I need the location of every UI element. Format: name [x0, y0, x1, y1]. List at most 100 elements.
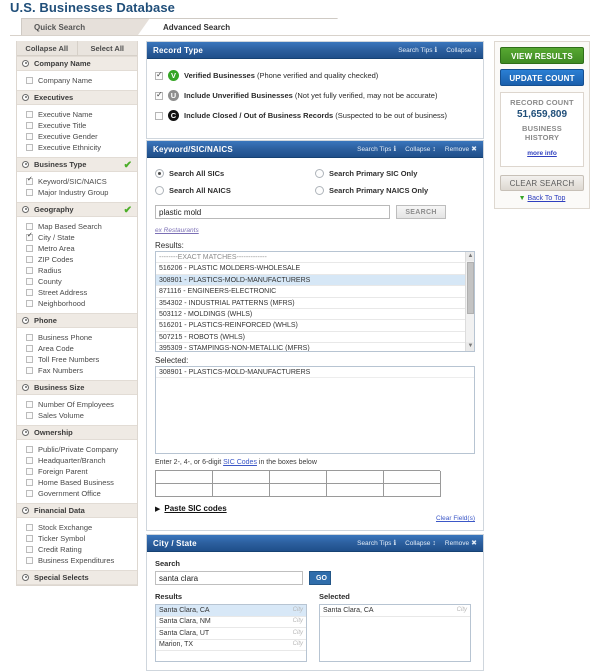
checkbox-icon[interactable] [155, 70, 163, 80]
city-state-selected-listbox[interactable]: Santa Clara, CA City [319, 604, 471, 662]
checkbox-icon[interactable] [26, 256, 33, 263]
checkbox-icon[interactable] [26, 245, 33, 252]
record-type-row[interactable]: V Verified Businesses (Phone verified and… [155, 70, 475, 81]
keyword-scope-radio[interactable]: Search Primary SIC Only [315, 165, 475, 182]
keyword-scope-radio[interactable]: Search All SICs [155, 165, 315, 182]
sidebar-item[interactable]: Major Industry Group [17, 187, 137, 198]
sidebar-section-header[interactable]: Company Name [17, 56, 137, 71]
list-item[interactable]: Santa Clara, CA City [320, 605, 470, 617]
city-state-results-listbox[interactable]: Santa Clara, CA City Santa Clara, NM City Sa… [155, 604, 307, 662]
checkbox-icon[interactable] [26, 535, 33, 542]
sic-code-input[interactable] [327, 484, 384, 497]
checkbox-icon[interactable] [26, 490, 33, 497]
keyword-scope-radio[interactable]: Search Primary NAICS Only [315, 182, 475, 199]
radio-icon[interactable] [155, 169, 164, 178]
keyword-results-scrollbar[interactable]: ▲ ▼ [465, 252, 474, 351]
update-count-button[interactable]: UPDATE COUNT [500, 69, 584, 86]
checkbox-icon[interactable] [26, 144, 33, 151]
sidebar-item[interactable]: Headquarter/Branch [17, 455, 137, 466]
expand-collapse-icon[interactable] [22, 60, 29, 67]
sidebar-item[interactable]: Fax Numbers [17, 365, 137, 376]
sidebar-item[interactable]: Public/Private Company [17, 444, 137, 455]
sidebar-item[interactable]: Stock Exchange [17, 522, 137, 533]
list-item[interactable]: 395309 - STAMPINGS-NON-METALLIC (MFRS) [156, 343, 474, 351]
keyword-clear-fields-link[interactable]: Clear Field(s) [155, 515, 475, 522]
checkbox-icon[interactable] [26, 524, 33, 531]
scrollbar-thumb[interactable] [467, 262, 474, 314]
list-item[interactable]: 516201 - PLASTICS-REINFORCED (WHLS) [156, 320, 474, 332]
sidebar-item[interactable]: Credit Rating [17, 544, 137, 555]
expand-collapse-icon[interactable] [22, 384, 29, 391]
sidebar-item[interactable]: ZIP Codes [17, 254, 137, 265]
list-item[interactable]: Santa Clara, UT City [156, 628, 306, 640]
sic-code-input[interactable] [384, 471, 441, 484]
checkbox-icon[interactable] [26, 367, 33, 374]
expand-collapse-icon[interactable] [22, 206, 29, 213]
sidebar-section-header[interactable]: Geography ✔ [17, 202, 137, 217]
checkbox-icon[interactable] [26, 176, 33, 185]
city-state-remove[interactable]: Remove ✖ [445, 539, 477, 547]
list-item[interactable]: 516206 - PLASTIC MOLDERS-WHOLESALE [156, 263, 474, 275]
sidebar-section-header[interactable]: Phone [17, 313, 137, 328]
sidebar-item[interactable]: Executive Title [17, 120, 137, 131]
expand-collapse-icon[interactable] [22, 507, 29, 514]
back-to-top[interactable]: ▼ Back To Top [500, 195, 584, 202]
checkbox-icon[interactable] [26, 300, 33, 307]
radio-icon[interactable] [315, 169, 324, 178]
sic-code-input[interactable] [384, 484, 441, 497]
sidebar-item[interactable]: Street Address [17, 287, 137, 298]
sic-code-input[interactable] [270, 471, 327, 484]
checkbox-icon[interactable] [26, 412, 33, 419]
checkbox-icon[interactable] [26, 133, 33, 140]
checkbox-icon[interactable] [26, 223, 33, 230]
sidebar-item[interactable]: Government Office [17, 488, 137, 499]
record-type-row[interactable]: C Include Closed / Out of Business Record… [155, 110, 475, 121]
keyword-search-input[interactable] [155, 205, 390, 219]
list-item[interactable]: Santa Clara, NM City [156, 617, 306, 628]
sidebar-section-header[interactable]: Ownership [17, 425, 137, 440]
list-item[interactable]: 503112 - MOLDINGS (WHLS) [156, 309, 474, 321]
checkbox-icon[interactable] [155, 90, 163, 100]
collapse-all-button[interactable]: Collapse All [17, 41, 78, 55]
city-state-search-input[interactable] [155, 571, 303, 585]
sidebar-section-header[interactable]: Executives [17, 90, 137, 105]
checkbox-icon[interactable] [26, 479, 33, 486]
sidebar-item[interactable]: Executive Ethnicity [17, 142, 137, 153]
checkbox-icon[interactable] [26, 278, 33, 285]
sidebar-item[interactable]: Executive Name [17, 109, 137, 120]
checkbox-icon[interactable] [26, 289, 33, 296]
sidebar-item[interactable]: Number Of Employees [17, 399, 137, 410]
back-to-top-link[interactable]: Back To Top [528, 195, 566, 202]
sidebar-section-header[interactable]: Business Type ✔ [17, 157, 137, 172]
record-type-row[interactable]: U Include Unverified Businesses (Not yet … [155, 90, 475, 101]
more-info-link[interactable]: more info [527, 150, 557, 157]
sic-code-input[interactable] [270, 484, 327, 497]
sidebar-item[interactable]: Radius [17, 265, 137, 276]
sidebar-item[interactable]: Area Code [17, 343, 137, 354]
list-item[interactable]: 354302 - INDUSTRIAL PATTERNS (MFRS) [156, 298, 474, 309]
keyword-example-link[interactable]: ex Restaurants [155, 227, 199, 234]
sidebar-item[interactable]: Map Based Search [17, 221, 137, 232]
keyword-search-button[interactable]: SEARCH [396, 205, 446, 219]
city-state-search-tips[interactable]: Search Tips ℹ [357, 539, 396, 547]
record-type-collapse[interactable]: Collapse ↕ [446, 47, 477, 54]
scroll-up-icon[interactable]: ▲ [466, 252, 474, 261]
checkbox-icon[interactable] [26, 557, 33, 564]
checkbox-icon[interactable] [26, 468, 33, 475]
sidebar-section-header[interactable]: Special Selects [17, 570, 137, 585]
sidebar-item[interactable]: Keyword/SIC/NAICS [17, 176, 137, 187]
list-item[interactable]: 871116 - ENGINEERS-ELECTRONIC [156, 286, 474, 298]
checkbox-icon[interactable] [26, 457, 33, 464]
list-item[interactable]: 308901 - PLASTICS-MOLD-MANUFACTURERS [156, 274, 474, 287]
expand-collapse-icon[interactable] [22, 161, 29, 168]
record-type-search-tips[interactable]: Search Tips ℹ [398, 46, 437, 54]
checkbox-icon[interactable] [26, 356, 33, 363]
sic-code-input[interactable] [156, 484, 213, 497]
checkbox-icon[interactable] [26, 401, 33, 408]
sidebar-item[interactable]: County [17, 276, 137, 287]
expand-collapse-icon[interactable] [22, 94, 29, 101]
sidebar-section-header[interactable]: Business Size [17, 380, 137, 395]
sidebar-item[interactable]: Toll Free Numbers [17, 354, 137, 365]
checkbox-icon[interactable] [26, 189, 33, 196]
sic-code-input[interactable] [213, 484, 270, 497]
